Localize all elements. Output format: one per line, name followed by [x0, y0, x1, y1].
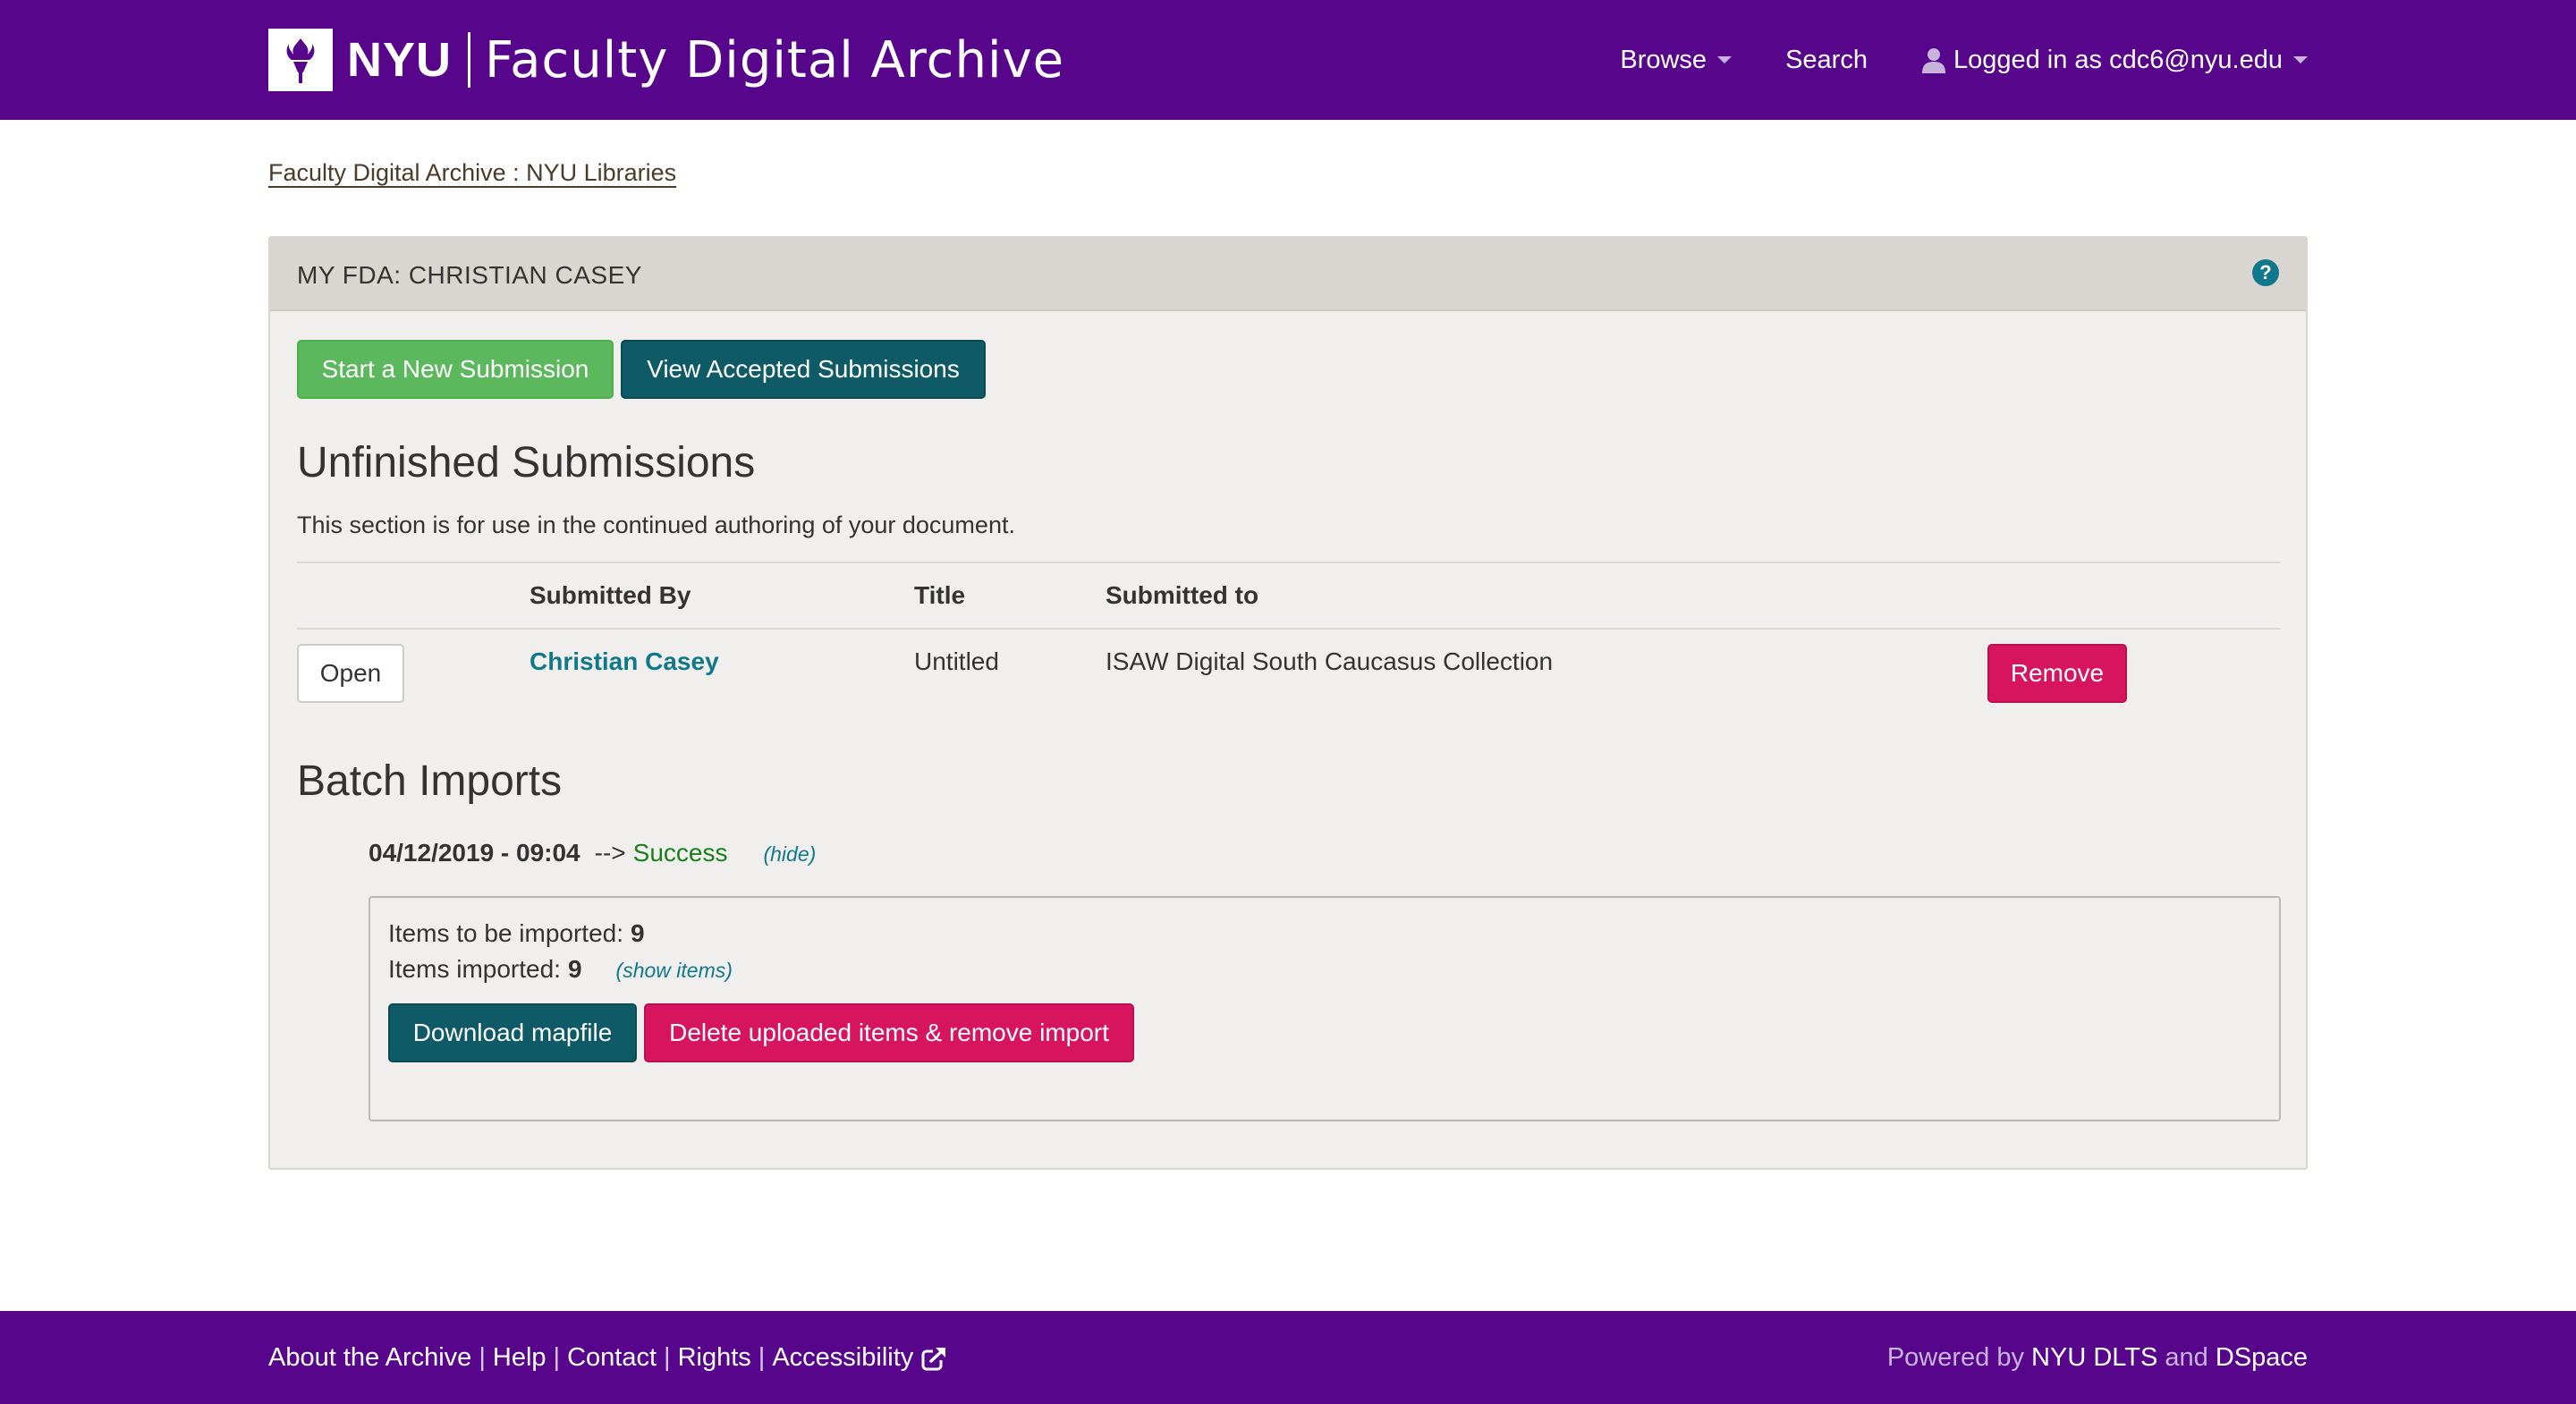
- items-to-be-imported-label: Items to be imported:: [388, 919, 624, 947]
- column-header-title: Title: [914, 581, 966, 609]
- brand-divider: [468, 32, 471, 88]
- external-link-icon: [920, 1345, 948, 1372]
- footer-link-accessibility[interactable]: Accessibility: [772, 1343, 913, 1373]
- view-accepted-submissions-button[interactable]: View Accepted Submissions: [621, 340, 986, 399]
- torch-icon: [268, 29, 333, 91]
- footer: About the Archive | Help | Contact | Rig…: [0, 1311, 2576, 1404]
- nav-search-label: Search: [1785, 45, 1868, 74]
- nav-search-link[interactable]: Search: [1785, 46, 1868, 75]
- top-navbar: NYU Faculty Digital Archive Browse Searc…: [0, 0, 2576, 120]
- batch-imports-heading: Batch Imports: [297, 757, 563, 805]
- footer-separator: |: [479, 1343, 486, 1372]
- batch-import-details: Items to be imported: 9 Items imported: …: [369, 896, 2281, 1121]
- open-submission-button[interactable]: Open: [297, 644, 404, 703]
- brand-nyu-text: NYU: [347, 33, 453, 87]
- table-top-rule: [297, 562, 2281, 563]
- column-header-submitted-to: Submitted to: [1106, 581, 1259, 609]
- user-icon: [1921, 47, 1946, 73]
- submitted-by-link[interactable]: Christian Casey: [530, 647, 719, 676]
- items-imported-count: 9: [567, 955, 582, 983]
- main-nav: Browse Search Logged in as cdc6@nyu.edu: [1566, 0, 2308, 120]
- delete-import-button[interactable]: Delete uploaded items & remove import: [644, 1003, 1134, 1062]
- batch-import-summary: 04/12/2019 - 09:04 --> Success (hide): [369, 839, 816, 867]
- footer-link-help[interactable]: Help: [493, 1343, 547, 1373]
- footer-link-about[interactable]: About the Archive: [268, 1343, 471, 1373]
- footer-link-rights[interactable]: Rights: [678, 1343, 751, 1373]
- panel-heading: MY FDA: CHRISTIAN CASEY ?: [270, 238, 2306, 311]
- nav-user-label: Logged in as cdc6@nyu.edu: [1953, 45, 2283, 74]
- help-icon[interactable]: ?: [2252, 259, 2279, 286]
- submitted-to-collection: ISAW Digital South Caucasus Collection: [1106, 647, 1554, 675]
- footer-link-contact[interactable]: Contact: [567, 1343, 657, 1373]
- items-imported-label: Items imported:: [388, 955, 561, 983]
- powered-by-prefix: Powered by: [1886, 1343, 2024, 1372]
- items-imported: Items imported: 9 (show items): [388, 955, 733, 984]
- breadcrumb-link[interactable]: Faculty Digital Archive : NYU Libraries: [268, 159, 676, 187]
- brand-logo[interactable]: NYU Faculty Digital Archive: [268, 29, 1064, 91]
- powered-by-and: and: [2165, 1343, 2208, 1372]
- caret-down-icon: [2293, 56, 2308, 63]
- batch-import-date: 04/12/2019 - 09:04: [369, 839, 580, 867]
- items-to-be-imported: Items to be imported: 9: [388, 919, 645, 948]
- nav-browse-label: Browse: [1620, 45, 1707, 74]
- panel-title: MY FDA: CHRISTIAN CASEY: [297, 261, 642, 289]
- dspace-link[interactable]: DSpace: [2216, 1343, 2308, 1372]
- hide-batch-link[interactable]: (hide): [763, 842, 816, 867]
- batch-status: Success: [632, 839, 728, 867]
- download-mapfile-button[interactable]: Download mapfile: [388, 1003, 637, 1062]
- footer-separator: |: [553, 1343, 561, 1372]
- powered-by: Powered by NYU DLTS and DSpace: [1887, 1343, 2308, 1373]
- footer-separator: |: [758, 1343, 766, 1372]
- nav-user-dropdown[interactable]: Logged in as cdc6@nyu.edu: [1921, 46, 2308, 75]
- unfinished-description: This section is for use in the continued…: [297, 512, 1015, 538]
- show-items-link[interactable]: (show items): [616, 959, 733, 983]
- site-name: Faculty Digital Archive: [485, 30, 1065, 89]
- start-new-submission-button[interactable]: Start a New Submission: [297, 340, 614, 399]
- nyu-dlts-link[interactable]: NYU DLTS: [2031, 1343, 2157, 1372]
- batch-arrow: -->: [594, 839, 626, 867]
- submission-title: Untitled: [914, 647, 999, 675]
- footer-separator: |: [664, 1343, 671, 1372]
- column-header-submitted-by: Submitted By: [530, 581, 691, 609]
- table-header-rule: [297, 628, 2281, 630]
- remove-submission-button[interactable]: Remove: [1987, 644, 2127, 703]
- items-to-be-imported-count: 9: [631, 919, 645, 947]
- nav-browse-dropdown[interactable]: Browse: [1620, 45, 1733, 75]
- my-fda-panel: MY FDA: CHRISTIAN CASEY ? Start a New Su…: [268, 236, 2308, 1170]
- unfinished-submissions-heading: Unfinished Submissions: [297, 439, 756, 486]
- caret-down-icon: [1717, 56, 1733, 63]
- footer-links: About the Archive | Help | Contact | Rig…: [268, 1343, 948, 1373]
